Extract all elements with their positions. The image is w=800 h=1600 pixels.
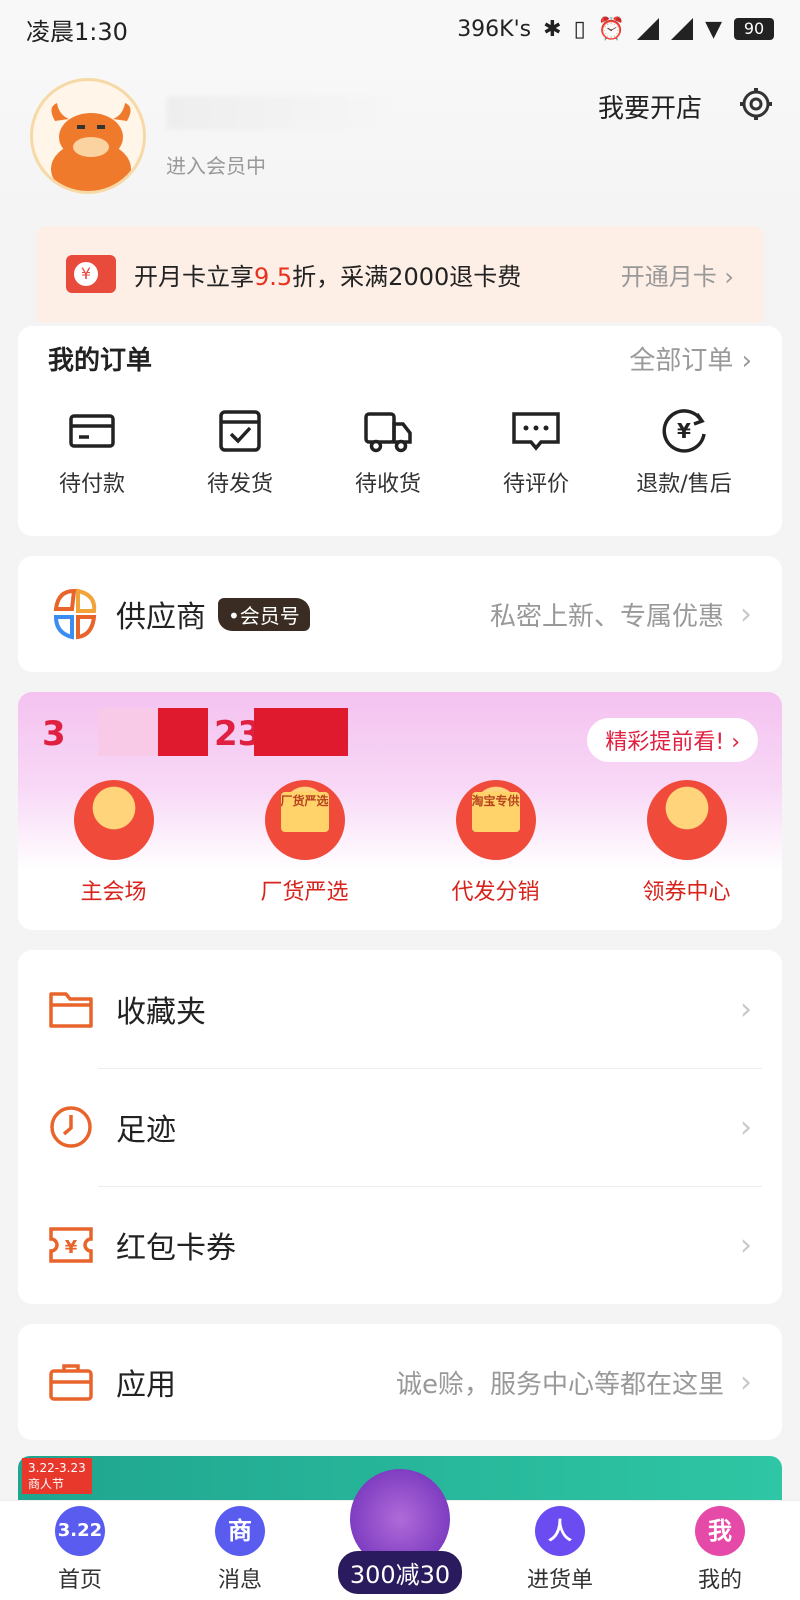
box-check-icon xyxy=(219,410,261,452)
bottom-tab-bar: 3.22 首页 商 消息 300减30 人 进货单 我 我的 xyxy=(0,1469,800,1600)
tab-home[interactable]: 3.22 首页 xyxy=(5,1506,155,1600)
orders-title: 我的订单 xyxy=(48,346,153,376)
avatar[interactable] xyxy=(30,78,146,194)
chat-bubble-icon xyxy=(512,412,560,451)
wallet-icon xyxy=(69,414,115,448)
open-month-card-link[interactable]: 开通月卡 › xyxy=(621,257,734,292)
cart-icon: 人 xyxy=(535,1506,585,1556)
signal-icon-2 xyxy=(671,18,694,40)
supplier-logo-icon xyxy=(53,588,97,640)
chevron-right-icon: › xyxy=(724,262,734,291)
tab-mine[interactable]: 我 我的 xyxy=(645,1506,795,1600)
supplier-row[interactable]: 供应商 •会员号 私密上新、专属优惠 › xyxy=(18,556,782,672)
all-orders-link[interactable]: 全部订单 › xyxy=(629,340,752,377)
month-card-text: 开月卡立享9.5折，采满2000退卡费 xyxy=(134,262,522,291)
promo-title-redacted xyxy=(158,708,208,756)
folder-icon xyxy=(49,992,93,1028)
order-pending-review[interactable]: 待评价 xyxy=(462,406,610,498)
chevron-right-icon: › xyxy=(740,991,752,1027)
clock-icon xyxy=(50,1106,92,1148)
promo-main-venue[interactable]: 主会场 xyxy=(18,780,209,906)
promo-factory-select[interactable]: 厂货严选 厂货严选 xyxy=(209,780,400,906)
status-time: 凌晨1:30 xyxy=(26,17,128,46)
coupon-center-icon xyxy=(646,780,727,860)
chevron-right-icon: › xyxy=(733,346,752,376)
coupon-ticket-icon: ¥ xyxy=(49,1227,93,1263)
gear-icon[interactable] xyxy=(738,86,774,122)
apps-row[interactable]: 应用 诚e赊，服务中心等都在这里 › xyxy=(18,1324,782,1440)
card-icon: ¥ xyxy=(66,255,116,293)
wifi-icon: ▼ xyxy=(705,16,722,42)
status-indicators: 396K's ✱ ▯ ⏰ ▼ 90 xyxy=(457,17,774,42)
supplier-subtitle: 私密上新、专属优惠 xyxy=(489,601,724,632)
order-pending-payment[interactable]: 待付款 xyxy=(18,406,166,498)
open-shop-button[interactable]: 我要开店 xyxy=(598,88,702,125)
chevron-right-icon: › xyxy=(740,596,752,632)
chevron-right-icon: › xyxy=(740,1109,752,1145)
briefcase-icon xyxy=(49,1364,93,1401)
tab-messages[interactable]: 商 消息 xyxy=(165,1506,315,1600)
supplier-title: 供应商 xyxy=(116,600,206,635)
bull-mascot-icon xyxy=(51,103,131,191)
promo-date-prefix: 3 xyxy=(42,714,66,754)
status-bar: 凌晨1:30 396K's ✱ ▯ ⏰ ▼ 90 xyxy=(0,0,800,58)
svg-text:¥: ¥ xyxy=(677,419,691,443)
footprints-row[interactable]: 足迹 › xyxy=(18,1068,782,1186)
member-center-link[interactable]: 进入会员中 xyxy=(166,150,266,179)
main-venue-icon xyxy=(73,780,154,860)
promo-dropship[interactable]: 淘宝专供 代发分销 xyxy=(400,780,591,906)
tab-cart[interactable]: 人 进货单 xyxy=(485,1506,635,1600)
vibrate-icon: ▯ xyxy=(573,16,586,42)
promo-preview-button[interactable]: 精彩提前看! › xyxy=(587,718,758,762)
nickname-redacted xyxy=(166,96,386,130)
taobao-supply-icon: 淘宝专供 xyxy=(455,780,536,860)
order-pending-receipt[interactable]: 待收货 xyxy=(314,406,462,498)
my-orders-section: 我的订单 全部订单 › 待付款 待发货 待收货 待评价 ¥ 退款/售后 xyxy=(18,326,782,536)
order-status-row: 待付款 待发货 待收货 待评价 ¥ 退款/售后 xyxy=(18,406,782,498)
month-card-banner[interactable]: ¥ 开月卡立享9.5折，采满2000退卡费 开通月卡 › xyxy=(36,226,764,322)
signal-icon xyxy=(637,18,660,40)
promo-title-redacted xyxy=(254,708,348,756)
favorites-row[interactable]: 收藏夹 › xyxy=(18,950,782,1068)
profile-header: 进入会员中 我要开店 xyxy=(0,58,800,218)
home-icon: 3.22 xyxy=(55,1506,105,1556)
promo-title-redacted xyxy=(98,708,158,756)
order-pending-shipment[interactable]: 待发货 xyxy=(166,406,314,498)
net-speed: 396K's xyxy=(457,16,532,42)
order-refund-aftersale[interactable]: ¥ 退款/售后 xyxy=(610,406,758,498)
factory-select-icon: 厂货严选 xyxy=(264,780,345,860)
refund-yen-icon: ¥ xyxy=(662,409,706,453)
message-icon: 商 xyxy=(215,1506,265,1556)
truck-icon xyxy=(364,412,412,453)
promo-entries: 主会场 厂货严选 厂货严选 淘宝专供 代发分销 领券中心 xyxy=(18,780,782,906)
chevron-right-icon: › xyxy=(740,1227,752,1263)
member-badge: •会员号 xyxy=(218,597,310,631)
tab-center-promo[interactable]: 300减30 xyxy=(325,1469,475,1600)
profile-icon: 我 xyxy=(695,1506,745,1556)
svg-text:¥: ¥ xyxy=(65,1237,78,1258)
alarm-icon: ⏰ xyxy=(597,16,626,42)
promo-coupon-center[interactable]: 领券中心 xyxy=(591,780,782,906)
bluetooth-icon: ✱ xyxy=(543,16,562,42)
festival-tag: 3.22-3.23 商人节 xyxy=(22,1458,92,1494)
chevron-right-icon: › xyxy=(740,1364,752,1400)
coupons-row[interactable]: ¥ 红包卡券 › xyxy=(18,1186,782,1304)
battery-icon: 90 xyxy=(734,18,774,40)
personal-list: 收藏夹 › 足迹 › ¥ 红包卡券 › xyxy=(18,950,782,1304)
promo-section: 3 23 精彩提前看! › 主会场 厂货严选 厂货严选 淘宝专供 代发分销 领券… xyxy=(18,692,782,930)
